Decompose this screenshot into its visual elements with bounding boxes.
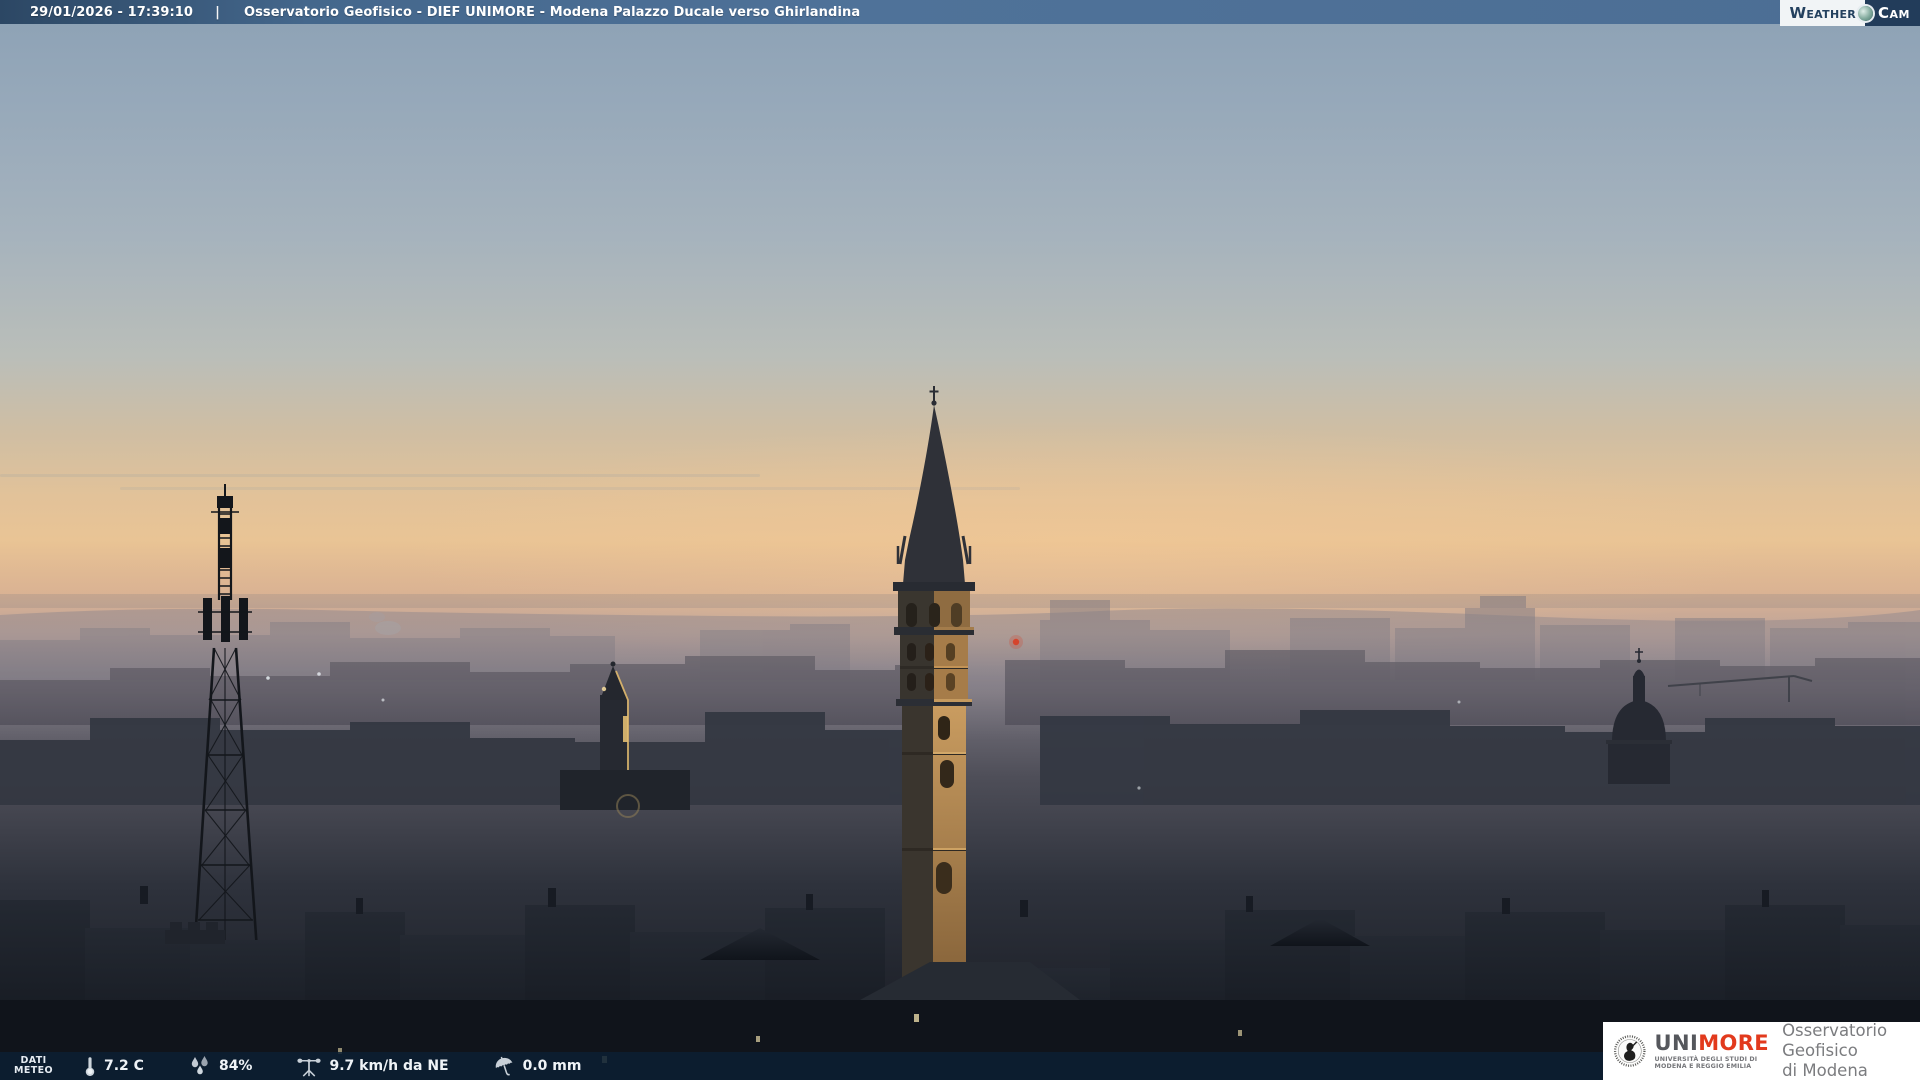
top-bar: 29/01/2026 - 17:39:10 | Osservatorio Geo… — [0, 0, 1920, 24]
anemometer-icon — [297, 1058, 322, 1077]
precipitation-value: 0.0 mm — [522, 1058, 582, 1074]
wind-value: 9.7 km/h da NE — [329, 1058, 449, 1074]
webcam-page: 29/01/2026 - 17:39:10 | Osservatorio Geo… — [0, 0, 1920, 1080]
rooftop-ac-units — [165, 922, 225, 944]
unimore-wordmark: UNIMORE UNIVERSITÀ DEGLI STUDI DI MODENA… — [1655, 1032, 1770, 1071]
unimore-logo-box: UNIMORE UNIVERSITÀ DEGLI STUDI DI MODENA… — [1603, 1021, 1920, 1080]
cam-label: Cam — [1865, 0, 1920, 26]
temperature-item: 7.2 C — [83, 1055, 144, 1078]
thermometer-icon — [85, 1056, 95, 1076]
unimore-subtitle-line1: UNIVERSITÀ DEGLI STUDI DI — [1654, 1055, 1758, 1063]
weathercam-logo: Weather Cam — [1779, 0, 1920, 26]
weather-label: Weather — [1779, 0, 1867, 26]
observatory-name: Osservatorio Geofisico di Modena — [1782, 1021, 1912, 1080]
unimore-uni-text: UNI — [1654, 1030, 1699, 1055]
precipitation-item: 0.0 mm — [493, 1055, 582, 1078]
timestamp-text: 29/01/2026 - 17:39:10 — [30, 4, 194, 20]
unimore-more-text: MORE — [1698, 1030, 1770, 1055]
webcam-photo — [0, 0, 1920, 1080]
unimore-subtitle-line2: MODENA E REGGIO EMILIA — [1654, 1063, 1752, 1070]
humidity-value: 84% — [218, 1058, 253, 1074]
observatory-name-line1: Osservatorio Geofisico — [1782, 1021, 1888, 1060]
umbrella-icon — [495, 1056, 513, 1075]
separator: | — [215, 4, 220, 20]
camera-title: Osservatorio Geofisico - DIEF UNIMORE - … — [243, 4, 861, 20]
wind-item: 9.7 km/h da NE — [296, 1055, 449, 1078]
unimore-seal-icon — [1613, 1034, 1646, 1068]
meteo-data-label: DATI METEO — [14, 1054, 53, 1076]
humidity-item: 84% — [188, 1055, 253, 1077]
observatory-name-line2: di Modena — [1782, 1061, 1868, 1080]
temperature-value: 7.2 C — [104, 1058, 144, 1074]
globe-icon — [1858, 5, 1874, 21]
water-drops-icon — [191, 1056, 208, 1075]
